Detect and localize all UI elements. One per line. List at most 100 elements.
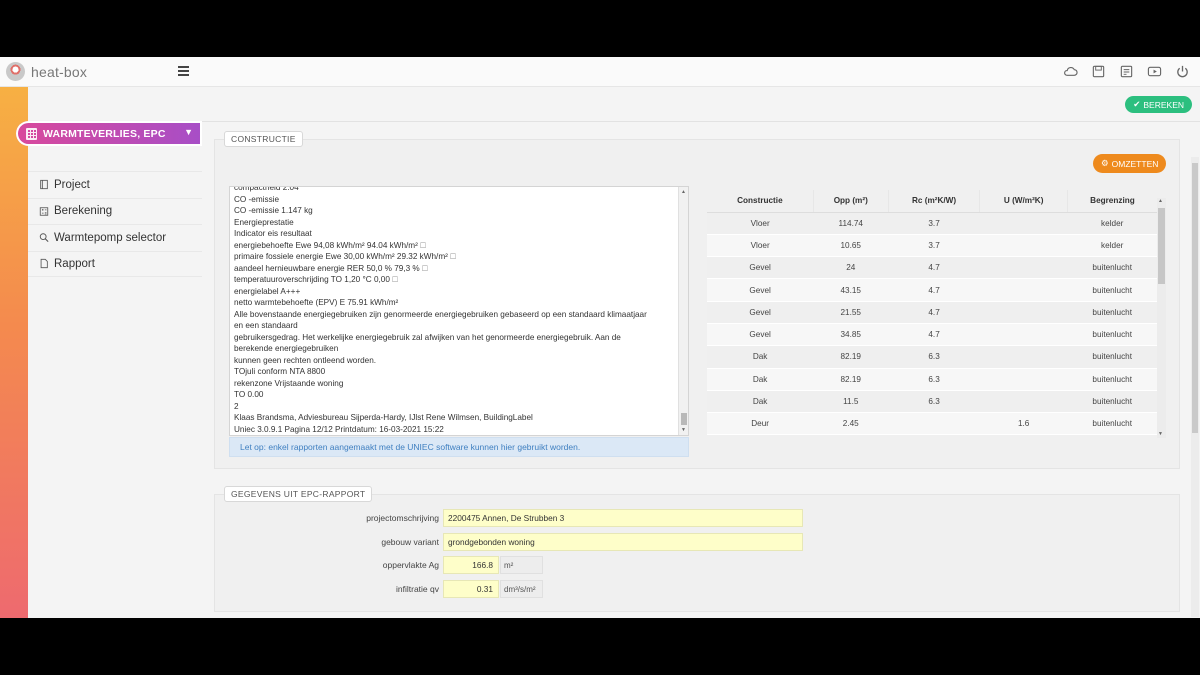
grid-icon — [26, 127, 37, 140]
table-cell: buitenlucht — [1067, 323, 1157, 347]
column-header-begrenzing[interactable]: Begrenzing — [1067, 190, 1157, 213]
cloud-icon[interactable] — [1063, 64, 1078, 79]
page-scrollbar[interactable] — [1191, 157, 1199, 617]
report-line: aandeel hernieuwbare energie RER 50,0 % … — [234, 263, 428, 273]
report-line: gebruikersgedrag. Het werkelijke energie… — [234, 332, 621, 342]
report-line: primaire fossiele energie Ewe 30,00 kWh/… — [234, 252, 457, 261]
column-header-opp[interactable]: Opp (m²) — [813, 190, 889, 213]
table-cell: Gevel — [707, 301, 814, 324]
module-selector[interactable]: WARMTEVERLIES, EPC ▼ — [16, 121, 202, 146]
calculator-icon — [39, 206, 49, 217]
projectomschrijving-input[interactable]: 2200475 Annen, De Strubben 3 — [443, 509, 803, 527]
sidebar-nav: Project Berekening Warmtepomp selector R… — [28, 171, 202, 277]
table-cell — [979, 323, 1068, 347]
table-cell: buitenlucht — [1067, 301, 1157, 324]
constructie-table: Constructie Opp (m²) Rc (m²K/W) U (W/m²K… — [707, 190, 1167, 438]
table-cell: buitenlucht — [1067, 278, 1157, 302]
table-cell: 11.5 — [813, 390, 889, 414]
sidebar-item-berekening[interactable]: Berekening — [28, 197, 202, 224]
table-row[interactable]: Gevel 34.85 4.7 buitenlucht — [707, 323, 1157, 347]
table-cell: 82.19 — [813, 368, 889, 391]
notes-icon[interactable] — [1119, 64, 1134, 79]
report-line: temperatuuroverschrijding TO 1,20 °C 0,0… — [234, 275, 399, 284]
report-line: berekende energiegebruiken — [234, 344, 339, 353]
table-row[interactable]: Gevel 21.55 4.7 buitenlucht — [707, 301, 1157, 324]
column-header-u[interactable]: U (W/m²K) — [979, 190, 1068, 213]
scrollbar-thumb[interactable] — [681, 413, 687, 425]
save-icon[interactable] — [1091, 64, 1106, 79]
video-icon[interactable] — [1147, 64, 1162, 79]
chevron-down-icon: ▼ — [184, 127, 193, 137]
table-scrollbar[interactable]: ▲ ▼ — [1157, 198, 1166, 438]
scrollbar-thumb[interactable] — [1192, 163, 1198, 433]
sidebar-item-label: Berekening — [54, 205, 113, 218]
uniec-notice: Let op: enkel rapporten aangemaakt met d… — [229, 437, 689, 457]
projectomschrijving-row: projectomschrijving 2200475 Annen, De St… — [215, 509, 1175, 527]
table-cell: 43.15 — [813, 278, 889, 302]
oppervlakte-input[interactable]: 166.8 — [443, 556, 499, 574]
table-row[interactable]: Gevel 24 4.7 buitenlucht — [707, 256, 1157, 280]
table-row[interactable]: Dak 82.19 6.3 buitenlucht — [707, 345, 1157, 369]
table-cell: 3.7 — [888, 212, 980, 235]
table-row[interactable]: Deur 2.45 1.6 buitenlucht — [707, 412, 1157, 436]
menu-toggle-icon[interactable] — [178, 66, 189, 76]
report-line: kunnen geen rechten ontleend worden. — [234, 355, 377, 365]
table-cell: 4.7 — [888, 301, 980, 324]
epc-panel: GEGEVENS UIT EPC-RAPPORT projectomschrij… — [214, 486, 1180, 612]
letterbox-top — [0, 0, 1200, 57]
table-row[interactable]: Gevel 43.15 4.7 buitenlucht — [707, 278, 1157, 302]
column-header-constructie[interactable]: Constructie — [707, 190, 814, 213]
convert-button[interactable]: ⚙ OMZETTEN — [1093, 154, 1167, 173]
table-cell: 4.7 — [888, 278, 980, 302]
table-cell — [979, 212, 1068, 235]
column-header-rc[interactable]: Rc (m²K/W) — [888, 190, 981, 213]
table-cell: Gevel — [707, 256, 814, 280]
table-cell — [979, 368, 1068, 391]
search-icon — [39, 232, 49, 243]
check-icon: ✔ — [1133, 99, 1141, 109]
table-row[interactable]: Vloer 10.65 3.7 kelder — [707, 234, 1157, 258]
calculate-button[interactable]: ✔ BEREKEN — [1125, 96, 1192, 113]
scroll-down-icon[interactable]: ▼ — [681, 427, 686, 433]
report-line: 2 — [234, 401, 239, 411]
report-textarea[interactable]: compactheid 2.04 CO -emissie CO -emissie 1… — [229, 186, 689, 436]
report-line: Klaas Brandsma, Adviesbureau Sijperda-Ha… — [234, 413, 533, 422]
calculate-label: BEREKEN — [1143, 99, 1184, 110]
table-cell: 4.7 — [888, 256, 980, 280]
gebouw-variant-label: gebouw variant — [381, 537, 439, 547]
report-line: Uniec 3.0.9.1 Pagina 12/12 Printdatum: 1… — [234, 424, 444, 434]
scrollbar-thumb[interactable] — [1158, 208, 1165, 284]
scroll-up-icon[interactable]: ▲ — [1158, 198, 1163, 204]
table-cell: Gevel — [707, 278, 814, 302]
table-cell: Vloer — [707, 234, 814, 258]
scroll-down-icon[interactable]: ▼ — [1158, 431, 1163, 437]
table-cell — [979, 256, 1068, 280]
table-cell: Vloer — [707, 212, 814, 235]
sidebar-item-project[interactable]: Project — [28, 171, 202, 198]
report-line: CO -emissie 1.147 kg — [234, 206, 313, 215]
sidebar: WARMTEVERLIES, EPC ▼ Project Berekening … — [16, 87, 202, 618]
scroll-up-icon[interactable]: ▲ — [681, 189, 686, 195]
side-gradient-strip — [0, 87, 28, 618]
gear-icon: ⚙ — [1101, 158, 1109, 168]
app-logo[interactable]: heat-box — [6, 62, 87, 81]
table-cell: 6.3 — [888, 390, 980, 414]
sidebar-item-rapport[interactable]: Rapport — [28, 250, 202, 277]
infiltratie-input[interactable]: 0.31 — [443, 580, 499, 598]
textarea-scrollbar[interactable]: ▲ ▼ — [678, 187, 688, 435]
table-cell: Gevel — [707, 323, 814, 347]
table-row[interactable]: Dak 82.19 6.3 buitenlucht — [707, 368, 1157, 391]
table-cell: 21.55 — [813, 301, 889, 324]
table-row[interactable]: Dak 11.5 6.3 buitenlucht — [707, 390, 1157, 414]
table-cell: 34.85 — [813, 323, 889, 347]
table-row[interactable]: Vloer 114.74 3.7 kelder — [707, 212, 1157, 235]
top-icons — [1063, 64, 1190, 79]
table-cell — [979, 390, 1068, 414]
sidebar-item-warmtepomp-selector[interactable]: Warmtepomp selector — [28, 224, 202, 251]
gebouw-variant-row: gebouw variant grondgebonden woning — [215, 533, 1175, 551]
table-cell: Dak — [707, 345, 814, 369]
gebouw-variant-input[interactable]: grondgebonden woning — [443, 533, 803, 551]
power-icon[interactable] — [1175, 64, 1190, 79]
main-content: ✔ BEREKEN CONSTRUCTIE ⚙ OMZETTEN compact… — [202, 87, 1200, 618]
table-cell: buitenlucht — [1067, 390, 1157, 414]
